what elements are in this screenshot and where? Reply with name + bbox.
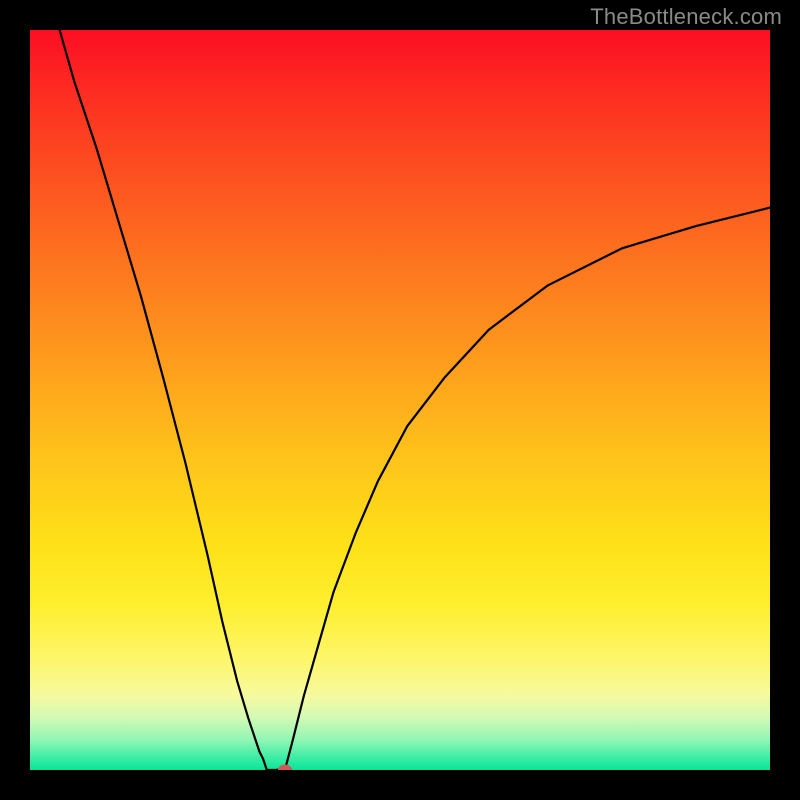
curve-path bbox=[60, 30, 770, 770]
bottleneck-curve bbox=[30, 30, 770, 770]
chart-frame: TheBottleneck.com bbox=[0, 0, 800, 800]
plot-area bbox=[30, 30, 770, 770]
bottleneck-marker bbox=[278, 765, 292, 771]
watermark-text: TheBottleneck.com bbox=[590, 4, 782, 30]
